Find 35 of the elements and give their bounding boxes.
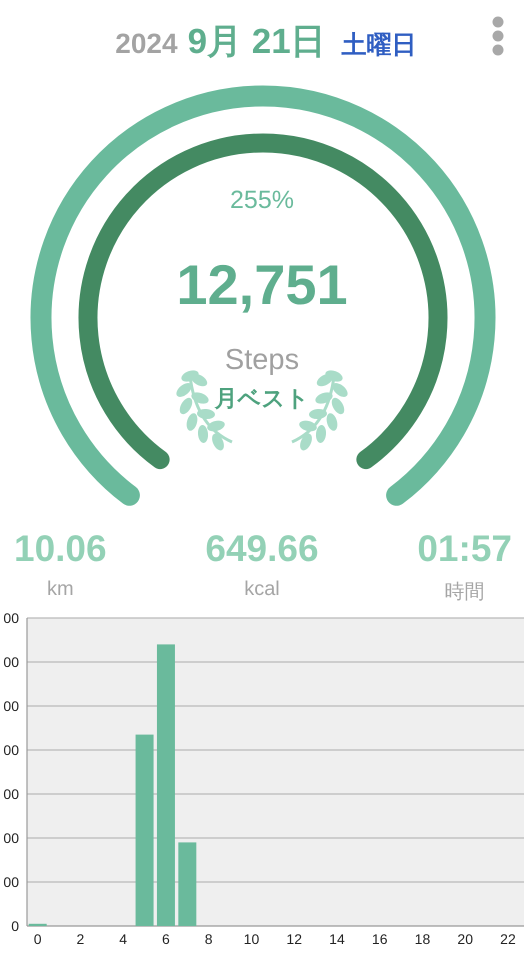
y-axis-label: 0 — [11, 918, 19, 934]
stat-label: km — [46, 578, 74, 601]
x-axis-label: 12 — [286, 931, 302, 947]
x-axis-label: 10 — [244, 931, 260, 947]
y-axis-label: 00 — [3, 610, 19, 626]
stat-label: 時間 — [444, 580, 485, 605]
steps-unit-label: Steps — [224, 344, 300, 377]
y-axis-label: 00 — [3, 742, 19, 758]
year-label: 2024 — [115, 28, 178, 60]
y-axis-label: 00 — [3, 698, 19, 714]
y-axis-label: 00 — [3, 874, 19, 890]
stat-label: kcal — [244, 578, 280, 601]
x-axis-label: 8 — [204, 931, 213, 947]
stat-value: 10.06 — [14, 528, 107, 570]
y-axis-label: 00 — [3, 786, 19, 802]
monthly-best-label: 月ベスト — [214, 384, 310, 413]
x-axis-label: 16 — [372, 931, 388, 947]
more-menu-icon[interactable] — [492, 16, 504, 56]
y-axis-label: 00 — [3, 830, 19, 846]
x-axis-label: 20 — [457, 931, 473, 947]
stat-value: 649.66 — [205, 528, 319, 570]
x-axis-label: 0 — [34, 931, 42, 947]
date-label: 9月 21日 — [188, 21, 326, 63]
x-axis-label: 22 — [500, 931, 516, 947]
x-axis-label: 6 — [162, 931, 170, 947]
weekday-label: 土曜日 — [342, 30, 417, 61]
goal-percent: 255% — [230, 186, 294, 215]
x-axis-label: 4 — [119, 931, 128, 947]
y-axis-label: 00 — [3, 654, 19, 670]
x-axis-label: 2 — [76, 931, 84, 947]
x-axis-label: 14 — [329, 931, 345, 947]
chart-bar — [28, 924, 47, 926]
step-count: 12,751 — [176, 252, 348, 317]
stat-value: 01:57 — [417, 528, 512, 570]
x-axis-label: 18 — [414, 931, 430, 947]
